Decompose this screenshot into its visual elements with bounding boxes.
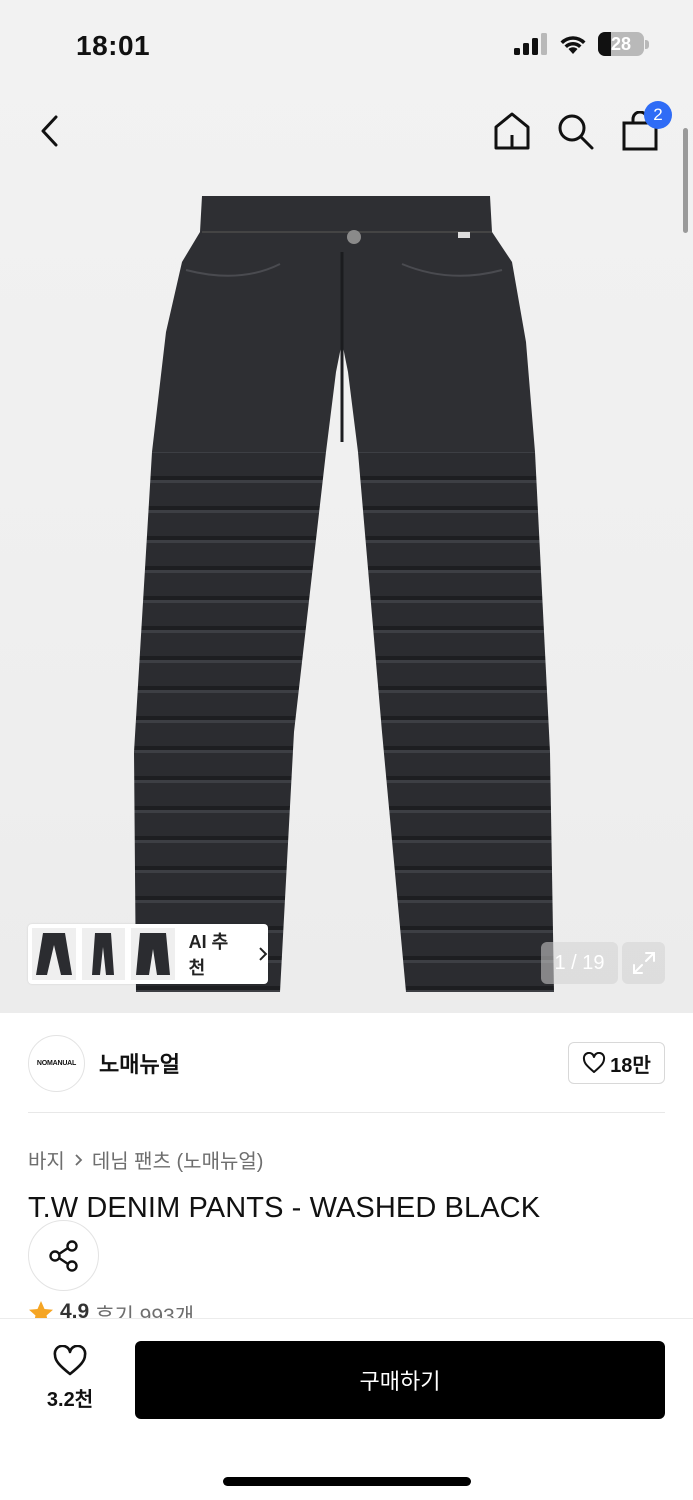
home-icon bbox=[494, 112, 530, 150]
chevron-right-icon bbox=[259, 947, 268, 961]
cart-button[interactable]: 2 bbox=[616, 101, 672, 155]
brand-like-button[interactable]: 18만 bbox=[568, 1042, 665, 1084]
status-time: 18:01 bbox=[76, 30, 151, 61]
heart-icon bbox=[583, 1052, 606, 1073]
rating-score: 4.9 bbox=[60, 1300, 90, 1320]
home-button[interactable] bbox=[488, 107, 536, 155]
share-button[interactable] bbox=[28, 1220, 99, 1291]
brand-row[interactable]: NOMANUAL 노매뉴얼 18만 bbox=[28, 1034, 665, 1092]
signal-icon bbox=[514, 33, 547, 55]
breadcrumb-category[interactable]: 바지 bbox=[28, 1145, 65, 1174]
back-arrow-icon bbox=[41, 115, 58, 147]
image-counter: 1 / 19 bbox=[541, 942, 618, 984]
wifi-icon bbox=[560, 36, 586, 54]
review-count[interactable]: 후기 993개 bbox=[95, 1300, 194, 1320]
bottom-bar: 3.2천 구매하기 bbox=[0, 1318, 693, 1500]
product-image bbox=[134, 196, 554, 992]
heart-icon bbox=[53, 1345, 87, 1376]
status-bar: 18:01 28 bbox=[0, 0, 693, 95]
wishlist-count: 3.2천 bbox=[46, 1389, 94, 1411]
chevron-right-icon bbox=[75, 1153, 83, 1166]
brand-like-count: 18만 bbox=[610, 1054, 651, 1077]
wishlist-button[interactable]: 3.2천 bbox=[30, 1345, 110, 1415]
brand-logo[interactable]: NOMANUAL bbox=[28, 1034, 85, 1092]
ai-thumb-2[interactable] bbox=[81, 928, 126, 980]
share-icon bbox=[48, 1239, 78, 1272]
rating-row[interactable]: 4.9 후기 993개 bbox=[28, 1300, 194, 1320]
cart-badge: 2 bbox=[644, 101, 672, 129]
brand-name[interactable]: 노매뉴얼 bbox=[99, 1047, 180, 1079]
ai-thumb-3[interactable] bbox=[131, 928, 175, 980]
ai-thumb-1[interactable] bbox=[32, 928, 76, 980]
breadcrumb: 바지 데님 팬츠 (노매뉴얼) bbox=[28, 1145, 263, 1174]
breadcrumb-subcategory[interactable]: 데님 팬츠 (노매뉴얼) bbox=[92, 1145, 264, 1174]
nav-bar: 2 bbox=[0, 95, 693, 170]
expand-button[interactable] bbox=[622, 942, 665, 984]
status-icons: 28 bbox=[514, 32, 649, 56]
back-button[interactable] bbox=[26, 107, 74, 155]
search-icon bbox=[558, 114, 594, 150]
ai-recommend-label: AI 추천 bbox=[188, 932, 229, 978]
battery-icon: 28 bbox=[598, 32, 649, 56]
star-icon bbox=[29, 1301, 53, 1320]
ai-recommendation-panel[interactable]: AI 추천 bbox=[28, 924, 268, 984]
home-indicator bbox=[223, 1477, 471, 1486]
divider bbox=[28, 1112, 665, 1113]
buy-button[interactable]: 구매하기 bbox=[135, 1341, 665, 1419]
search-button[interactable] bbox=[551, 107, 599, 155]
expand-icon bbox=[632, 952, 655, 974]
product-title: T.W DENIM PANTS - WASHED BLACK bbox=[28, 1192, 541, 1224]
battery-level: 28 bbox=[610, 33, 632, 54]
scrollbar[interactable] bbox=[683, 128, 688, 233]
